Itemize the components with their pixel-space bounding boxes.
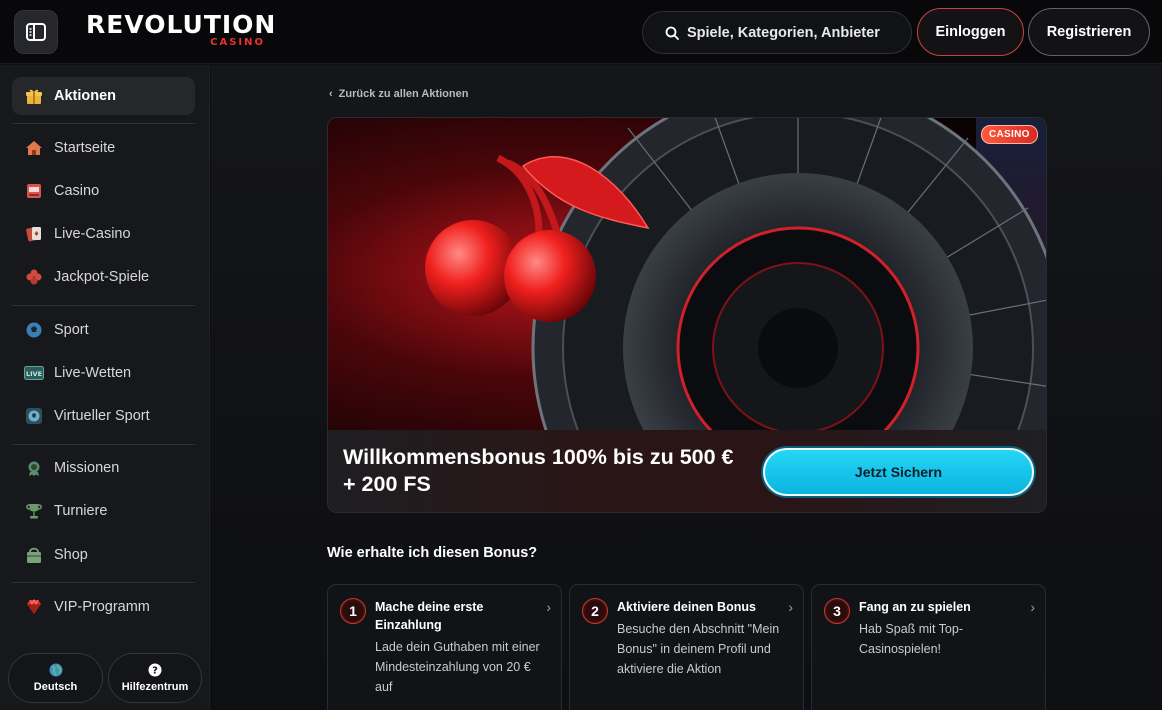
ball-icon bbox=[24, 320, 44, 340]
language-button[interactable]: Deutsch bbox=[8, 653, 103, 703]
sidebar-item-live-casino[interactable]: Live-Casino bbox=[24, 221, 131, 247]
question-icon: ? bbox=[148, 663, 162, 677]
sidebar-item-label: Turniere bbox=[54, 503, 108, 519]
sidebar-item-shop[interactable]: Shop bbox=[24, 542, 88, 568]
step-card-3[interactable]: 3 Fang an zu spielen Hab Spaß mit Top-Ca… bbox=[811, 584, 1046, 710]
sidebar-item-missionen[interactable]: Missionen bbox=[24, 455, 119, 481]
back-link-label: Zurück zu allen Aktionen bbox=[338, 88, 469, 100]
sidebar-item-label: Casino bbox=[54, 183, 100, 199]
step-number: 3 bbox=[824, 598, 850, 624]
chevron-right-icon: › bbox=[788, 599, 793, 615]
diamond-icon bbox=[24, 597, 44, 617]
sidebar-item-vip-programm[interactable]: VIP-Programm bbox=[24, 594, 150, 620]
sidebar-item-casino[interactable]: Casino bbox=[24, 178, 99, 204]
chevron-right-icon: › bbox=[546, 599, 551, 615]
sidebar-item-label: Missionen bbox=[54, 460, 120, 476]
promo-card: CASINO Willkommensbonus 100% bis zu 500 … bbox=[327, 117, 1047, 513]
help-center-button[interactable]: ? Hilfezentrum bbox=[108, 653, 202, 703]
back-to-promotions-link[interactable]: ‹ Zurück zu allen Aktionen bbox=[329, 88, 468, 100]
sidebar-item-live-wetten[interactable]: LIVE Live-Wetten bbox=[24, 360, 131, 386]
sidebar-item-jackpot-spiele[interactable]: Jackpot-Spiele bbox=[24, 264, 149, 290]
medal-icon bbox=[24, 458, 44, 478]
chevron-right-icon: › bbox=[1030, 599, 1035, 615]
language-label: Deutsch bbox=[33, 681, 78, 693]
search-placeholder: Spiele, Kategorien, Anbieter bbox=[687, 24, 880, 41]
sidebar-item-label: VIP-Programm bbox=[54, 599, 150, 615]
top-header: REVOLUTION CASINO Spiele, Kategorien, An… bbox=[0, 0, 1162, 64]
search-input[interactable]: Spiele, Kategorien, Anbieter bbox=[642, 11, 912, 54]
home-icon bbox=[24, 138, 44, 158]
sidebar-item-label: Jackpot-Spiele bbox=[54, 269, 150, 285]
sidebar-item-label: Shop bbox=[54, 547, 88, 563]
sidebar: Aktionen Startseite Casino Live-Casino J… bbox=[0, 65, 210, 710]
sidebar-item-sport[interactable]: Sport bbox=[24, 317, 89, 343]
sidebar-toggle-icon bbox=[26, 23, 46, 41]
svg-text:?: ? bbox=[152, 666, 158, 677]
claim-bonus-button[interactable]: Jetzt Sichern bbox=[763, 448, 1034, 496]
shop-icon bbox=[24, 545, 44, 565]
globe-icon bbox=[49, 663, 62, 677]
gift-icon bbox=[24, 86, 44, 106]
how-to-title: Wie erhalte ich diesen Bonus? bbox=[327, 545, 538, 561]
register-button[interactable]: Registrieren bbox=[1028, 8, 1150, 56]
sidebar-divider bbox=[12, 444, 195, 445]
step-card-1[interactable]: 1 Mache deine erste Einzahlung Lade dein… bbox=[327, 584, 562, 710]
sidebar-item-label: Startseite bbox=[54, 140, 116, 156]
step-description: Lade dein Guthaben mit einer Mindesteinz… bbox=[375, 640, 540, 694]
login-button[interactable]: Einloggen bbox=[917, 8, 1024, 56]
sidebar-toggle-button[interactable] bbox=[14, 10, 58, 54]
promo-banner-image bbox=[328, 118, 1046, 430]
virtual-ball-icon bbox=[24, 406, 44, 426]
sidebar-item-virtueller-sport[interactable]: Virtueller Sport bbox=[24, 403, 150, 429]
site-logo[interactable]: REVOLUTION CASINO bbox=[86, 10, 275, 54]
svg-text:LIVE: LIVE bbox=[26, 370, 42, 378]
sidebar-divider bbox=[12, 123, 195, 124]
step-title: Fang an zu spielen bbox=[859, 600, 971, 614]
trophy-icon bbox=[24, 501, 44, 521]
main-content: ‹ Zurück zu allen Aktionen CASINO Willko… bbox=[211, 65, 1162, 710]
chevron-left-icon: ‹ bbox=[329, 88, 333, 100]
sidebar-item-label: Live-Casino bbox=[54, 226, 131, 242]
sidebar-item-aktionen[interactable]: Aktionen bbox=[24, 83, 116, 109]
sidebar-item-label: Virtueller Sport bbox=[54, 408, 150, 424]
slot-machine-icon bbox=[24, 181, 44, 201]
sidebar-divider bbox=[12, 305, 195, 306]
step-description: Besuche den Abschnitt "Mein Bonus" in de… bbox=[617, 622, 780, 676]
sidebar-divider bbox=[12, 582, 195, 583]
sidebar-item-label: Live-Wetten bbox=[54, 365, 132, 381]
sidebar-item-startseite[interactable]: Startseite bbox=[24, 135, 115, 161]
help-center-label: Hilfezentrum bbox=[121, 681, 189, 693]
clover-icon bbox=[24, 267, 44, 287]
casino-badge: CASINO bbox=[981, 125, 1038, 144]
sidebar-item-label: Sport bbox=[54, 322, 89, 338]
promo-title: Willkommensbonus 100% bis zu 500 € + 200… bbox=[343, 445, 734, 496]
sidebar-item-label: Aktionen bbox=[54, 88, 117, 104]
step-title: Mache deine erste Einzahlung bbox=[375, 600, 484, 632]
step-card-2[interactable]: 2 Aktiviere deinen Bonus Besuche den Abs… bbox=[569, 584, 804, 710]
cards-icon bbox=[24, 224, 44, 244]
step-number: 1 bbox=[340, 598, 366, 624]
step-number: 2 bbox=[582, 598, 608, 624]
step-description: Hab Spaß mit Top-Casinospielen! bbox=[859, 622, 963, 656]
live-icon: LIVE bbox=[24, 363, 44, 383]
logo-main-text: REVOLUTION bbox=[86, 10, 277, 39]
step-title: Aktiviere deinen Bonus bbox=[617, 600, 756, 614]
logo-sub-text: CASINO bbox=[210, 37, 265, 48]
sidebar-item-turniere[interactable]: Turniere bbox=[24, 498, 107, 524]
search-icon bbox=[665, 26, 679, 40]
